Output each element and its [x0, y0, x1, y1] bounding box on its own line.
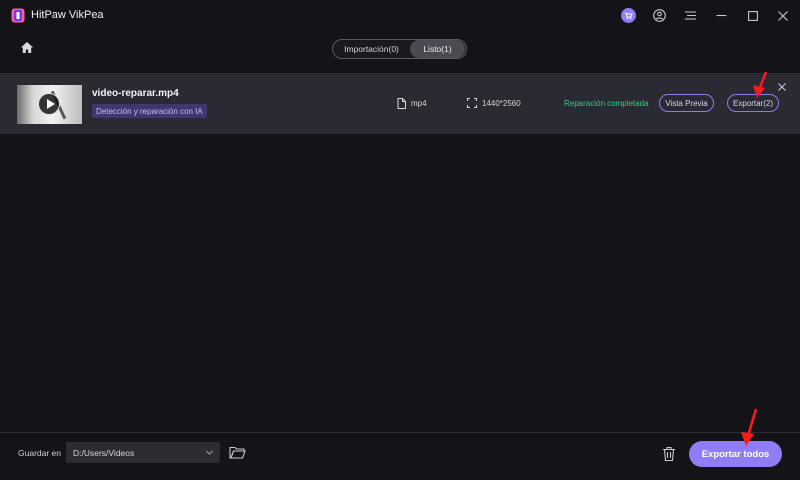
file-format: mp4 [397, 98, 427, 109]
annotation-arrow-icon [753, 71, 768, 98]
tab-ready[interactable]: Listo(1) [410, 40, 465, 58]
trash-icon[interactable] [662, 446, 676, 462]
tab-import[interactable]: Importación(0) [333, 40, 410, 58]
export-all-button[interactable]: Exportar todos [689, 441, 782, 467]
resolution-icon [467, 98, 477, 108]
video-thumbnail[interactable] [17, 85, 82, 124]
play-icon[interactable] [38, 93, 60, 115]
account-icon[interactable] [652, 8, 667, 23]
chevron-down-icon [206, 450, 213, 455]
save-path-value: D:/Users/Videos [73, 447, 135, 458]
home-icon[interactable] [19, 40, 35, 56]
app-title: HitPaw VikPea [31, 9, 104, 21]
file-row: video-reparar.mp4 Detección y reparación… [0, 73, 800, 134]
file-icon [397, 98, 406, 109]
title-bar: HitPaw VikPea [0, 0, 800, 31]
file-resolution-value: 1440*2560 [482, 98, 521, 108]
footer-divider [0, 432, 800, 433]
save-path-select[interactable]: D:/Users/Videos [66, 442, 220, 463]
maximize-icon[interactable] [745, 8, 760, 23]
app-logo-icon [11, 8, 25, 23]
save-location-label: Guardar en [18, 448, 61, 458]
file-format-value: mp4 [411, 99, 427, 108]
status-text: Reparación completada [564, 99, 649, 108]
annotation-arrow-icon [741, 408, 758, 446]
minimize-icon[interactable] [714, 8, 729, 23]
remove-item-icon[interactable] [776, 81, 788, 93]
preview-button[interactable]: Vista Previa [659, 94, 714, 112]
menu-icon[interactable] [683, 8, 698, 23]
model-badge: Detección y reparación con IA [92, 104, 207, 118]
file-resolution: 1440*2560 [467, 98, 521, 108]
tab-switcher: Importación(0) Listo(1) [332, 39, 467, 59]
file-name: video-reparar.mp4 [92, 88, 179, 99]
cart-icon[interactable] [621, 8, 636, 23]
close-icon[interactable] [775, 8, 790, 23]
folder-icon[interactable] [229, 445, 246, 460]
